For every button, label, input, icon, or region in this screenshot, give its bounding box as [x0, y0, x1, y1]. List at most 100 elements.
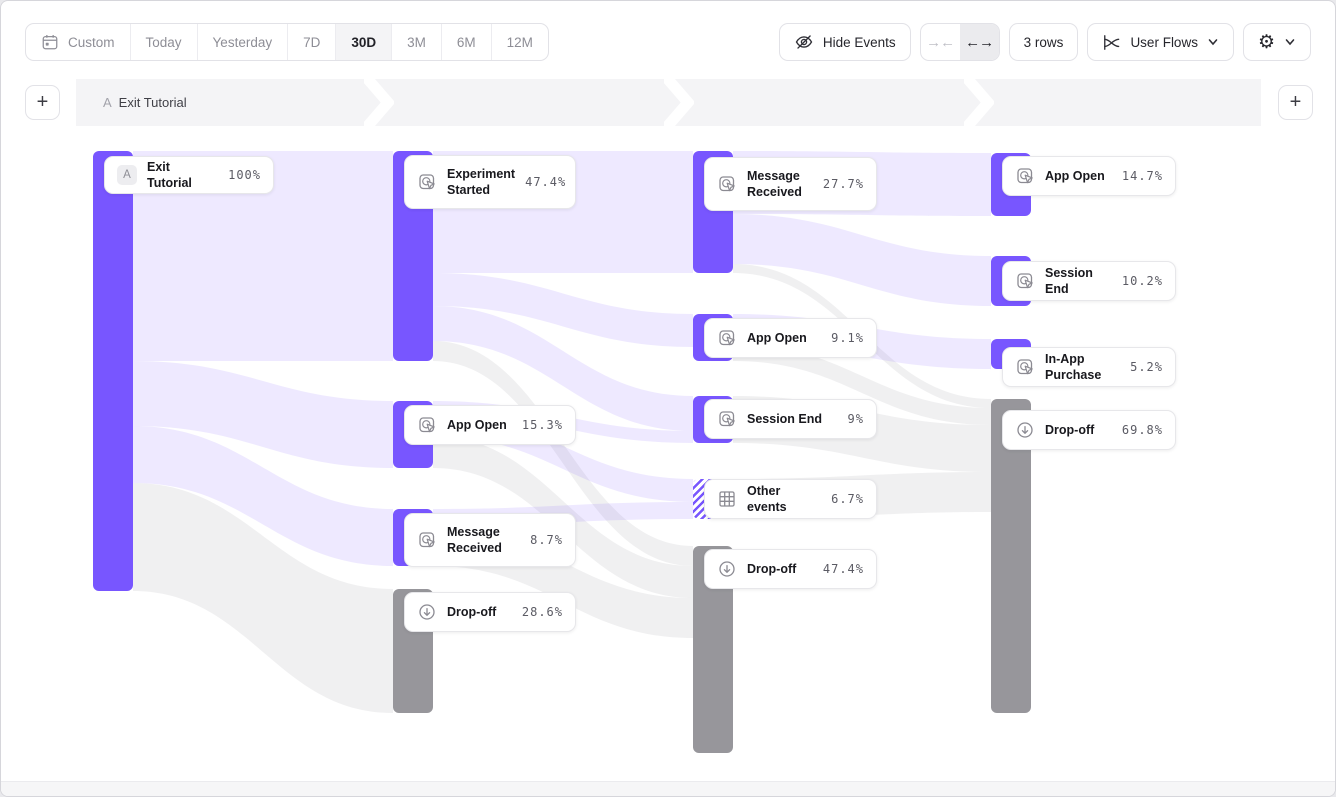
gear-icon: ⚙ — [1258, 33, 1275, 52]
date-range-label: 30D — [351, 35, 376, 50]
node-card-col2-message-received[interactable]: Message Received 27.7% — [704, 157, 877, 211]
node-label: Other events — [747, 483, 821, 516]
step-chevron-icon — [364, 79, 394, 131]
click-event-icon — [1015, 271, 1035, 291]
date-range-12m[interactable]: 12M — [492, 24, 548, 60]
chevron-down-icon — [1207, 36, 1219, 48]
date-range-30d[interactable]: 30D — [336, 24, 392, 60]
node-card-col3-in-app-purchase[interactable]: In-App Purchase5.2% — [1002, 347, 1176, 387]
collapse-columns-button[interactable]: →← — [921, 24, 960, 60]
node-label: App Open — [447, 417, 507, 433]
sankey-canvas: A Exit Tutorial 100% Experiment Started 47.4… — [1, 126, 1336, 779]
date-range-yesterday[interactable]: Yesterday — [198, 24, 289, 60]
date-range-6m[interactable]: 6M — [442, 24, 492, 60]
date-range-label: Yesterday — [213, 35, 273, 50]
node-label: Experiment Started — [447, 166, 515, 199]
collapse-icon: →← — [926, 34, 954, 51]
view-type-dropdown[interactable]: User Flows — [1087, 23, 1234, 61]
node-card-col0-exit-tutorial[interactable]: A Exit Tutorial 100% — [104, 156, 274, 194]
node-card-col3-app-open[interactable]: App Open 14.7% — [1002, 156, 1176, 196]
date-range-7d[interactable]: 7D — [288, 24, 336, 60]
hide-events-label: Hide Events — [823, 35, 896, 50]
node-percentage: 27.7% — [823, 177, 864, 191]
node-card-col2-app-open[interactable]: App Open 9.1% — [704, 318, 877, 358]
add-step-end-button[interactable]: + — [1278, 85, 1313, 120]
node-percentage: 47.4% — [525, 175, 566, 189]
click-event-icon — [417, 172, 437, 192]
eye-off-icon — [794, 32, 814, 52]
node-label: Drop-off — [1045, 422, 1094, 438]
calendar-icon — [41, 33, 59, 51]
flow-ribbons — [1, 126, 1261, 779]
date-range-3m[interactable]: 3M — [392, 24, 442, 60]
spacing-toggle-group: →← ←→ — [920, 23, 1000, 61]
node-label: App Open — [1045, 168, 1105, 184]
add-step-start-button[interactable]: + — [25, 85, 60, 120]
date-range-label: 6M — [457, 35, 476, 50]
drop-off-icon — [1015, 420, 1035, 440]
date-range-today[interactable]: Today — [131, 24, 198, 60]
node-percentage: 5.2% — [1130, 360, 1163, 374]
node-percentage: 10.2% — [1122, 274, 1163, 288]
horizontal-scrollbar[interactable] — [1, 781, 1335, 796]
node-card-col1-drop-off[interactable]: Drop-off28.6% — [404, 592, 576, 632]
node-percentage: 14.7% — [1122, 169, 1163, 183]
node-percentage: 69.8% — [1122, 423, 1163, 437]
date-range-label: Custom — [68, 35, 115, 50]
node-label: Message Received — [747, 168, 813, 201]
node-label: Drop-off — [447, 604, 496, 620]
flow-ribbon — [733, 214, 991, 306]
node-label: Drop-off — [747, 561, 796, 577]
click-event-icon — [417, 530, 437, 550]
node-card-col2-other-events[interactable]: Other events 6.7% — [704, 479, 877, 519]
node-percentage: 6.7% — [831, 492, 864, 506]
node-card-col2-drop-off[interactable]: Drop-off 47.4% — [704, 549, 877, 589]
node-card-col3-drop-off[interactable]: Drop-off 69.8% — [1002, 410, 1176, 450]
hide-events-button[interactable]: Hide Events — [779, 23, 911, 61]
drop-off-icon — [717, 559, 737, 579]
step-a-segment[interactable]: A Exit Tutorial — [103, 79, 187, 126]
node-percentage: 15.3% — [522, 418, 563, 432]
node-card-col3-session-end[interactable]: Session End 10.2% — [1002, 261, 1176, 301]
step-a-badge: A — [117, 165, 137, 185]
view-type-label: User Flows — [1130, 35, 1198, 50]
node-card-col1-app-open[interactable]: App Open 15.3% — [404, 405, 576, 445]
date-range-label: 12M — [507, 35, 533, 50]
node-card-col2-session-end[interactable]: Session End9% — [704, 399, 877, 439]
steps-band: A Exit Tutorial — [76, 79, 1261, 126]
node-percentage: 9% — [848, 412, 864, 426]
date-range-label: 3M — [407, 35, 426, 50]
expand-columns-button[interactable]: ←→ — [960, 24, 999, 60]
drop-off-icon — [417, 602, 437, 622]
date-range-custom[interactable]: Custom — [26, 24, 131, 60]
click-event-icon — [717, 328, 737, 348]
node-percentage: 100% — [228, 168, 261, 182]
node-label: Session End — [1045, 265, 1112, 298]
node-percentage: 9.1% — [831, 331, 864, 345]
click-event-icon — [417, 415, 437, 435]
click-event-icon — [717, 409, 737, 429]
node-percentage: 47.4% — [823, 562, 864, 576]
node-label: Exit Tutorial — [147, 159, 218, 192]
date-range-label: 7D — [303, 35, 320, 50]
step-chevron-icon — [964, 79, 994, 131]
date-range-group: Custom Today Yesterday 7D 30D 3M 6M 12M — [25, 23, 549, 61]
node-card-col1-message-received[interactable]: Message Received 8.7% — [404, 513, 576, 567]
step-a-label: Exit Tutorial — [119, 95, 187, 110]
click-event-icon — [1015, 166, 1035, 186]
node-percentage: 8.7% — [530, 533, 563, 547]
chevron-down-icon — [1284, 36, 1296, 48]
flow-bar-col0-exit-tutorial[interactable] — [93, 151, 133, 591]
node-card-col1-experiment-started[interactable]: Experiment Started 47.4% — [404, 155, 576, 209]
node-label: App Open — [747, 330, 807, 346]
date-range-label: Today — [146, 35, 182, 50]
settings-dropdown[interactable]: ⚙ — [1243, 23, 1311, 61]
step-a-prefix: A — [103, 95, 112, 110]
expand-icon: ←→ — [965, 34, 993, 51]
click-event-icon — [717, 174, 737, 194]
user-flows-app: Custom Today Yesterday 7D 30D 3M 6M 12M Hide Ev… — [0, 0, 1336, 797]
plus-icon: + — [1290, 91, 1302, 114]
node-label: Message Received — [447, 524, 520, 557]
rows-button[interactable]: 3 rows — [1009, 23, 1079, 61]
step-chevron-icon — [664, 79, 694, 131]
